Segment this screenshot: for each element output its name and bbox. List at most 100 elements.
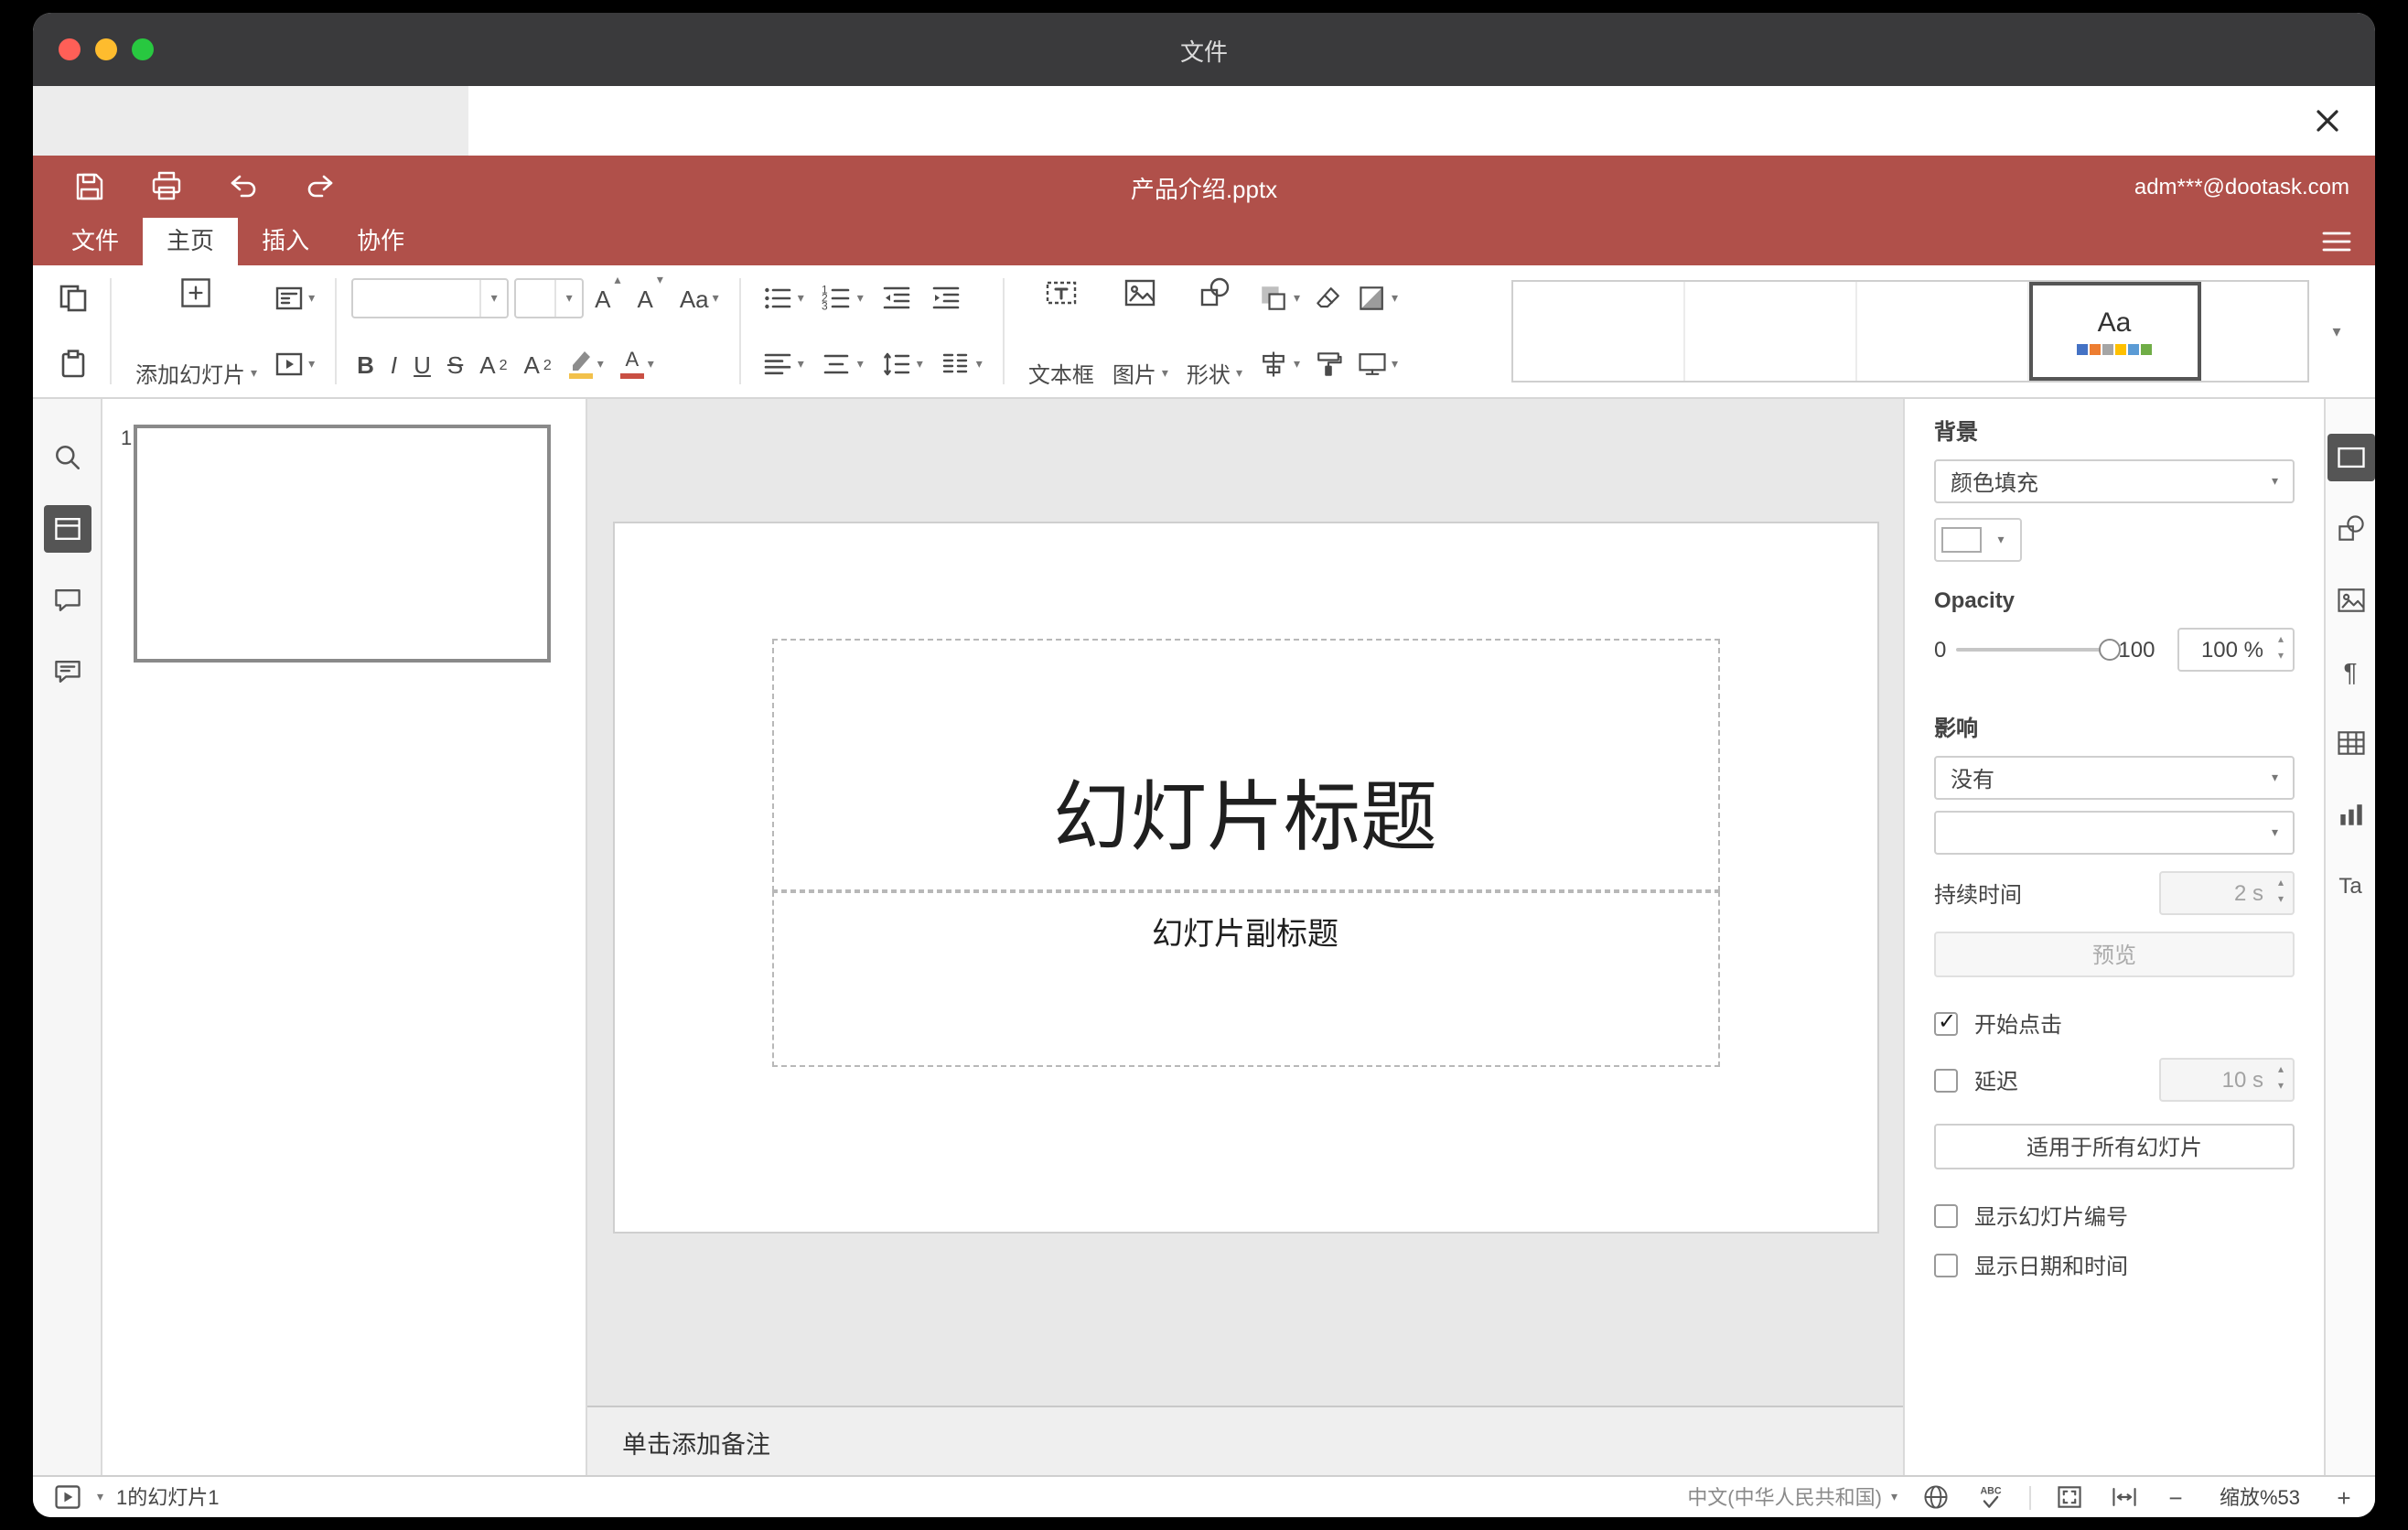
slide-number-label: 1 bbox=[121, 428, 133, 450]
zoom-in-button[interactable]: + bbox=[2331, 1483, 2357, 1511]
arrange-button[interactable]: ▾ bbox=[1252, 275, 1306, 322]
title-placeholder[interactable]: 幻灯片标题 bbox=[771, 639, 1719, 891]
vertical-align-button[interactable]: ▾ bbox=[815, 340, 869, 388]
close-button[interactable] bbox=[2306, 99, 2349, 143]
start-on-click-checkbox[interactable] bbox=[1934, 1008, 1958, 1036]
redo-button[interactable] bbox=[300, 167, 340, 207]
tab-home[interactable]: 主页 bbox=[143, 218, 239, 265]
close-light-button[interactable] bbox=[59, 38, 81, 60]
table-settings-button[interactable] bbox=[2327, 719, 2374, 767]
show-date-checkbox[interactable] bbox=[1934, 1254, 1958, 1277]
effect-select[interactable]: 没有 ▾ bbox=[1934, 756, 2295, 800]
horizontal-align-button[interactable]: ▾ bbox=[756, 340, 810, 388]
superscript-button[interactable]: A2 bbox=[474, 340, 512, 388]
subscript-button[interactable]: A2 bbox=[519, 340, 557, 388]
print-button[interactable] bbox=[146, 167, 187, 207]
spellcheck-button[interactable]: ABC bbox=[1974, 1481, 2007, 1514]
apply-to-all-button[interactable]: 适用于所有幻灯片 bbox=[1934, 1124, 2295, 1169]
language-select[interactable]: 中文(中华人民共和国) ▾ bbox=[1687, 1482, 1897, 1512]
copy-style-button[interactable] bbox=[1306, 340, 1349, 388]
insert-image-button[interactable]: 图片 ▾ bbox=[1103, 273, 1177, 390]
fill-type-select[interactable]: 颜色填充 ▾ bbox=[1934, 459, 2295, 503]
theme-tile-selected[interactable]: Aa bbox=[2029, 282, 2201, 381]
delay-input[interactable]: 10 s ▴ ▾ bbox=[2159, 1058, 2295, 1102]
chart-settings-button[interactable] bbox=[2327, 791, 2374, 838]
font-color-button[interactable]: A ▾ bbox=[615, 340, 660, 388]
menu-button[interactable] bbox=[2313, 221, 2360, 262]
theme-tile[interactable] bbox=[1513, 282, 1685, 381]
duration-input[interactable]: 2 s ▴ ▾ bbox=[2159, 871, 2295, 915]
columns-button[interactable]: ▾ bbox=[934, 340, 988, 388]
insert-shape-button[interactable]: 形状 ▾ bbox=[1177, 273, 1252, 390]
comments-button[interactable] bbox=[43, 576, 91, 624]
tab-collaboration[interactable]: 协作 bbox=[333, 218, 428, 265]
line-spacing-button[interactable]: ▾ bbox=[875, 340, 929, 388]
paste-button[interactable] bbox=[51, 340, 95, 388]
start-slideshow-status-button[interactable] bbox=[51, 1481, 84, 1514]
textart-settings-button[interactable]: Ta bbox=[2327, 862, 2374, 910]
textbox-button[interactable]: 文本框 bbox=[1019, 273, 1103, 390]
add-slide-button[interactable]: 添加幻灯片 ▾ bbox=[126, 273, 266, 390]
decrease-indent-button[interactable] bbox=[875, 275, 919, 322]
underline-button[interactable]: U bbox=[408, 340, 436, 388]
change-case-button[interactable]: Aa ▾ bbox=[674, 275, 725, 322]
themes-more-button[interactable]: ▾ bbox=[2317, 273, 2357, 390]
tab-file[interactable]: 文件 bbox=[48, 218, 143, 265]
numbered-list-button[interactable]: 123 ▾ bbox=[815, 275, 869, 322]
save-button[interactable] bbox=[70, 167, 110, 207]
tab-insert[interactable]: 插入 bbox=[238, 218, 333, 265]
theme-tile[interactable] bbox=[1685, 282, 1857, 381]
bold-button[interactable]: B bbox=[351, 340, 380, 388]
subtitle-placeholder[interactable]: 幻灯片副标题 bbox=[771, 891, 1719, 1067]
zoom-out-button[interactable]: − bbox=[2163, 1483, 2188, 1511]
slides-panel-button[interactable] bbox=[43, 505, 91, 553]
slide-layout-button[interactable]: ▾ bbox=[266, 275, 320, 322]
paste-icon bbox=[61, 350, 85, 378]
minimize-light-button[interactable] bbox=[95, 38, 117, 60]
bullet-list-button[interactable]: ▾ bbox=[756, 275, 810, 322]
theme-tile[interactable] bbox=[2201, 282, 2307, 381]
slide-thumbnail[interactable] bbox=[134, 425, 551, 663]
notes-area[interactable]: 单击添加备注 bbox=[587, 1406, 1903, 1475]
slider-knob[interactable] bbox=[2098, 639, 2121, 661]
zoom-light-button[interactable] bbox=[132, 38, 154, 60]
slide-size-button[interactable]: ▾ bbox=[1349, 340, 1403, 388]
opacity-input[interactable]: 100 % ▴ ▾ bbox=[2177, 628, 2295, 672]
increase-indent-button[interactable] bbox=[924, 275, 968, 322]
search-button[interactable] bbox=[43, 434, 91, 481]
fit-width-button[interactable] bbox=[2108, 1481, 2141, 1514]
align-objects-button[interactable]: ▾ bbox=[1252, 340, 1306, 388]
clear-style-button[interactable] bbox=[1306, 275, 1349, 322]
paragraph-settings-button[interactable]: ¶ bbox=[2327, 648, 2374, 695]
feedback-button[interactable] bbox=[43, 648, 91, 695]
undo-button[interactable] bbox=[223, 167, 263, 207]
shape-fill-button[interactable]: ▾ bbox=[1349, 275, 1403, 322]
spinner-arrows-icon[interactable]: ▴ ▾ bbox=[2269, 630, 2293, 670]
image-settings-button[interactable] bbox=[2327, 576, 2374, 624]
strikethrough-button[interactable]: S bbox=[442, 340, 468, 388]
divider bbox=[2029, 1485, 2031, 1509]
opacity-slider[interactable] bbox=[1955, 639, 2121, 661]
arrange-icon bbox=[1262, 286, 1285, 310]
effect-type-select[interactable]: ▾ bbox=[1934, 811, 2295, 855]
spinner-arrows-icon[interactable]: ▴ ▾ bbox=[2269, 1060, 2293, 1100]
italic-button[interactable]: I bbox=[385, 340, 403, 388]
start-slideshow-button[interactable]: ▾ bbox=[266, 340, 320, 388]
highlight-color-button[interactable]: ▾ bbox=[563, 340, 609, 388]
slide-settings-button[interactable] bbox=[2327, 434, 2374, 481]
theme-tile[interactable] bbox=[1857, 282, 2029, 381]
font-name-combo[interactable]: ▾ bbox=[351, 278, 510, 318]
fit-slide-button[interactable] bbox=[2053, 1481, 2086, 1514]
fill-color-select[interactable]: ▾ bbox=[1934, 518, 2022, 562]
spinner-arrows-icon[interactable]: ▴ ▾ bbox=[2269, 873, 2293, 913]
show-slide-number-checkbox[interactable] bbox=[1934, 1204, 1958, 1228]
shape-settings-button[interactable] bbox=[2327, 505, 2374, 553]
preview-button[interactable]: 预览 bbox=[1934, 932, 2295, 977]
delay-checkbox[interactable] bbox=[1934, 1068, 1958, 1092]
copy-button[interactable] bbox=[51, 275, 95, 322]
font-decrease-button[interactable]: A ▾ bbox=[631, 275, 668, 322]
font-size-combo[interactable]: ▾ bbox=[514, 278, 585, 318]
slide-canvas[interactable]: 幻灯片标题 幻灯片副标题 bbox=[614, 523, 1876, 1232]
font-increase-button[interactable]: A ▴ bbox=[589, 275, 626, 322]
document-language-button[interactable] bbox=[1919, 1481, 1952, 1514]
